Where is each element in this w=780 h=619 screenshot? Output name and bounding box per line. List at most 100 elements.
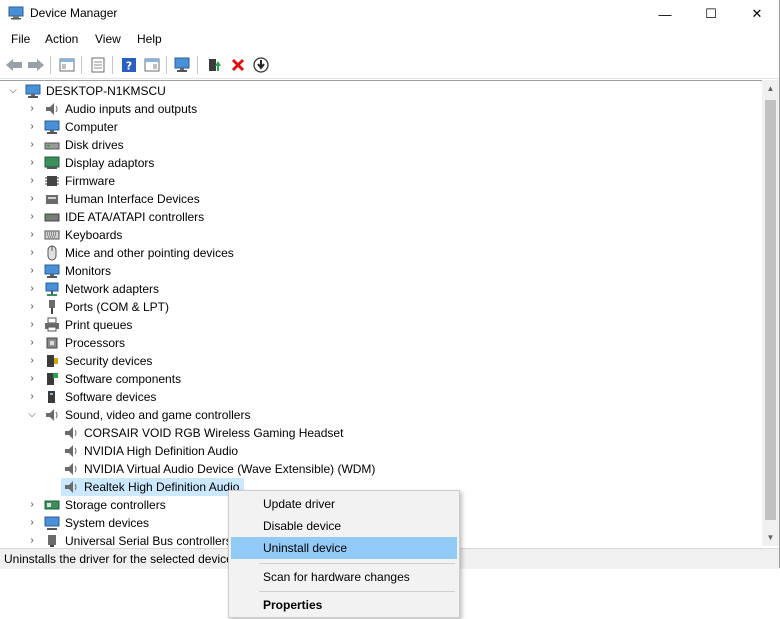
help-icon[interactable]: ?: [119, 56, 139, 74]
tree-root[interactable]: ⌵ DESKTOP-N1KMSCU: [0, 82, 760, 100]
expand-chevron-icon[interactable]: ›: [27, 535, 37, 547]
computer-icon: [25, 84, 41, 98]
tree-category[interactable]: › Processors: [0, 334, 760, 352]
svg-text:?: ?: [126, 60, 132, 73]
tree-category[interactable]: › Computer: [0, 118, 760, 136]
properties-sheet-icon[interactable]: [88, 56, 108, 74]
tree-category[interactable]: › Ports (COM & LPT): [0, 298, 760, 316]
collapse-chevron-icon[interactable]: ⌵: [27, 409, 37, 421]
expand-chevron-icon[interactable]: ›: [27, 319, 37, 331]
chip-icon: [45, 176, 59, 186]
expand-chevron-icon[interactable]: ›: [27, 229, 37, 241]
software-component-icon: [47, 373, 58, 385]
tree-category[interactable]: › Software components: [0, 370, 760, 388]
view-resources-icon[interactable]: [142, 56, 162, 74]
expand-chevron-icon[interactable]: ›: [27, 193, 37, 205]
monitor-icon: [44, 264, 60, 278]
scrollbar-thumb[interactable]: [765, 100, 776, 520]
tree-category[interactable]: › Display adaptors: [0, 154, 760, 172]
mouse-icon: [47, 245, 57, 261]
expand-chevron-icon[interactable]: ›: [27, 139, 37, 151]
menu-view[interactable]: View: [95, 32, 121, 46]
device-manager-icon: [8, 6, 24, 20]
tree-category-label: Firmware: [65, 174, 115, 188]
tree-category[interactable]: › Human Interface Devices: [0, 190, 760, 208]
collapse-chevron-icon[interactable]: ⌵: [8, 85, 18, 97]
tree-category[interactable]: › Security devices: [0, 352, 760, 370]
tree-category[interactable]: › Keyboards: [0, 226, 760, 244]
update-driver-icon[interactable]: [204, 56, 224, 74]
menu-item-scan-hardware[interactable]: Scan for hardware changes: [231, 566, 457, 588]
expand-chevron-icon[interactable]: ›: [27, 301, 37, 313]
processor-icon: [46, 337, 58, 349]
vertical-scrollbar[interactable]: ▲ ▼: [762, 80, 779, 546]
tree-category[interactable]: › Mice and other pointing devices: [0, 244, 760, 262]
expand-chevron-icon[interactable]: ›: [27, 517, 37, 529]
back-arrow-icon[interactable]: [4, 56, 24, 74]
scroll-down-icon[interactable]: ▼: [762, 529, 779, 546]
tree-root-label: DESKTOP-N1KMSCU: [46, 84, 166, 98]
show-hide-tree-icon[interactable]: [57, 56, 77, 74]
speaker-icon: [46, 103, 58, 115]
disk-drive-icon: [44, 142, 60, 150]
expand-chevron-icon[interactable]: ›: [27, 121, 37, 133]
menu-action[interactable]: Action: [45, 32, 78, 46]
scan-hardware-icon[interactable]: [173, 56, 193, 74]
menu-item-properties[interactable]: Properties: [231, 594, 457, 616]
tree-category[interactable]: › Software devices: [0, 388, 760, 406]
tree-category[interactable]: › Audio inputs and outputs: [0, 100, 760, 118]
forward-arrow-icon[interactable]: [26, 56, 46, 74]
minimize-button[interactable]: —: [642, 0, 688, 28]
expand-chevron-icon[interactable]: ›: [27, 103, 37, 115]
expand-chevron-icon[interactable]: ›: [27, 247, 37, 259]
expand-chevron-icon[interactable]: ›: [27, 391, 37, 403]
tree-category-label: Network adapters: [65, 282, 160, 296]
expand-chevron-icon[interactable]: ›: [27, 337, 37, 349]
tree-device[interactable]: CORSAIR VOID RGB Wireless Gaming Headset: [0, 424, 760, 442]
tree-category-label: Ports (COM & LPT): [65, 300, 170, 314]
menu-item-uninstall-device[interactable]: Uninstall device: [231, 537, 457, 559]
ide-controller-icon: [44, 213, 60, 222]
tree-category[interactable]: › Firmware: [0, 172, 760, 190]
scroll-up-icon[interactable]: ▲: [762, 80, 779, 97]
close-button[interactable]: ✕: [734, 0, 780, 28]
tree-category-label: Computer: [65, 120, 118, 134]
expand-chevron-icon[interactable]: ›: [27, 211, 37, 223]
context-menu: Update driver Disable device Uninstall d…: [228, 490, 460, 618]
expand-chevron-icon[interactable]: ›: [27, 283, 37, 295]
tree-category-label: Universal Serial Bus controllers: [65, 534, 232, 547]
uninstall-red-x-icon[interactable]: [228, 56, 248, 74]
menu-help[interactable]: Help: [137, 32, 162, 46]
tree-category-expanded[interactable]: ⌵ Sound, video and game controllers: [0, 406, 760, 424]
menu-file[interactable]: File: [11, 32, 30, 46]
speaker-icon: [65, 463, 77, 475]
computer-icon: [44, 120, 60, 134]
speaker-icon: [65, 445, 77, 457]
expand-chevron-icon[interactable]: ›: [27, 157, 37, 169]
expand-chevron-icon[interactable]: ›: [27, 373, 37, 385]
tree-category-label: Display adaptors: [65, 156, 155, 170]
tree-category[interactable]: › IDE ATA/ATAPI controllers: [0, 208, 760, 226]
display-adapter-icon: [44, 156, 60, 169]
menu-item-disable-device[interactable]: Disable device: [231, 515, 457, 537]
enable-device-download-icon[interactable]: [251, 56, 271, 74]
tree-category-label: IDE ATA/ATAPI controllers: [65, 210, 205, 224]
tree-device[interactable]: NVIDIA Virtual Audio Device (Wave Extens…: [0, 460, 760, 478]
maximize-button[interactable]: ☐: [688, 0, 734, 28]
tree-category[interactable]: › Monitors: [0, 262, 760, 280]
expand-chevron-icon[interactable]: ›: [27, 265, 37, 277]
expand-chevron-icon[interactable]: ›: [27, 355, 37, 367]
tree-category[interactable]: › Network adapters: [0, 280, 760, 298]
expand-chevron-icon[interactable]: ›: [27, 175, 37, 187]
tree-category-label: Storage controllers: [65, 498, 166, 512]
menu-item-label: Properties: [263, 598, 323, 612]
computer-icon: [44, 516, 60, 530]
tree-category-label: Monitors: [65, 264, 112, 278]
tree-category[interactable]: › Disk drives: [0, 136, 760, 154]
expand-chevron-icon[interactable]: ›: [27, 499, 37, 511]
tree-device[interactable]: NVIDIA High Definition Audio: [0, 442, 760, 460]
menu-item-update-driver[interactable]: Update driver: [231, 493, 457, 515]
device-tree: ⌵ DESKTOP-N1KMSCU › Audio inputs and out…: [0, 80, 762, 547]
tree-category[interactable]: › Print queues: [0, 316, 760, 334]
device-manager-window: Device Manager — ☐ ✕ File Action View He…: [0, 0, 780, 569]
